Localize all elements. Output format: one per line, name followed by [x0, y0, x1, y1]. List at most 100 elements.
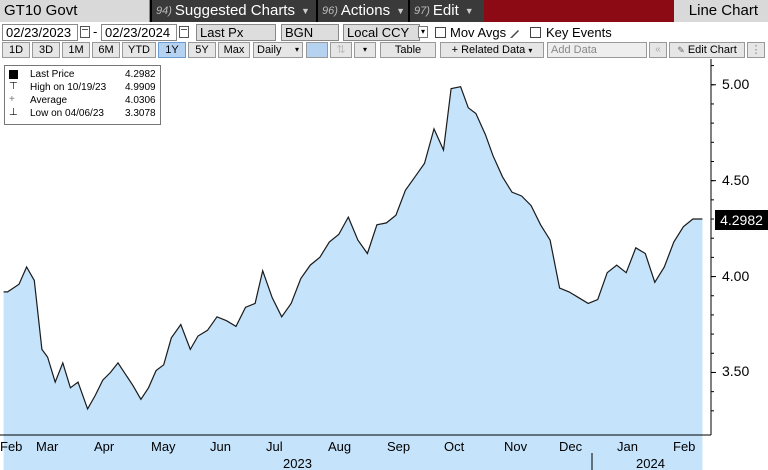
period-5y-button[interactable]: 5Y	[188, 42, 216, 58]
legend-item-average: + Average 4.0306	[8, 94, 157, 107]
data-point	[189, 348, 192, 351]
period-3d-button[interactable]: 3D	[32, 42, 60, 58]
data-point	[6, 290, 9, 293]
legend-value: 4.9909	[125, 82, 156, 93]
data-point	[414, 175, 417, 178]
last-price-swatch	[9, 70, 18, 79]
actions-menu[interactable]: 96) Actions ▼	[318, 0, 408, 22]
key-events-label: Key Events	[546, 25, 612, 40]
edit-chart-button[interactable]: ✎ Edit Chart	[669, 42, 745, 58]
mov-avgs-checkbox[interactable]	[435, 27, 446, 38]
title-bar-accent	[484, 0, 674, 22]
data-point	[701, 218, 704, 221]
add-data-input[interactable]: Add Data	[547, 42, 647, 58]
field-select[interactable]: Last Px	[196, 24, 276, 41]
security-field[interactable]: GT10 Govt	[0, 0, 150, 22]
x-tick-label: Feb	[673, 439, 696, 454]
data-point	[337, 233, 340, 236]
data-point	[54, 381, 57, 384]
data-point	[549, 239, 552, 242]
legend-value: 3.3078	[125, 108, 156, 119]
chevron-down-icon: ▼	[396, 6, 406, 16]
data-point	[404, 189, 407, 192]
edit-chart-label: Edit Chart	[687, 44, 737, 56]
table-button[interactable]: Table	[380, 42, 436, 58]
key-events-checkbox[interactable]	[530, 27, 541, 38]
legend-item-low: ⊥ Low on 04/06/23 3.3078	[8, 107, 157, 120]
data-point	[501, 175, 504, 178]
average-marker-icon: +	[9, 94, 15, 105]
currency-select[interactable]: Local CCY	[343, 24, 420, 41]
menu-label: Actions	[340, 2, 391, 19]
data-point	[672, 241, 675, 244]
data-point	[644, 252, 647, 255]
data-point	[356, 239, 359, 242]
window-title: Line Chart	[674, 0, 768, 22]
data-point	[69, 386, 72, 389]
pencil-icon: ✎	[677, 45, 685, 55]
frequency-select[interactable]: Daily ▾	[253, 42, 303, 58]
data-point	[682, 225, 685, 228]
data-point	[433, 127, 436, 130]
source-select[interactable]: BGN	[281, 24, 339, 41]
y-tick-label: 4.00	[722, 267, 750, 284]
period-max-button[interactable]: Max	[218, 42, 250, 58]
suggested-charts-menu[interactable]: 94) Suggested Charts ▼	[152, 0, 316, 22]
mov-avgs-label: Mov Avgs	[450, 25, 507, 40]
data-point	[691, 218, 694, 221]
line-style-button[interactable]	[306, 42, 328, 58]
data-point	[254, 302, 257, 305]
period-ytd-button[interactable]: YTD	[122, 42, 156, 58]
data-point	[653, 281, 656, 284]
chevron-down-icon[interactable]: ▾	[354, 42, 376, 58]
data-point	[206, 329, 209, 332]
legend-value: 4.0306	[125, 95, 156, 106]
period-6m-button[interactable]: 6M	[92, 42, 120, 58]
menu-label: Suggested Charts	[174, 2, 295, 19]
data-point	[117, 361, 120, 364]
app-window: GT10 Govt 94) Suggested Charts ▼ 96) Act…	[0, 0, 768, 470]
data-point	[467, 106, 470, 109]
data-point	[46, 356, 49, 359]
data-point	[484, 133, 487, 136]
title-bar: GT10 Govt 94) Suggested Charts ▼ 96) Act…	[0, 0, 768, 22]
data-point	[423, 162, 426, 165]
period-1d-button[interactable]: 1D	[2, 42, 30, 58]
more-options-icon[interactable]: ⋮	[747, 42, 765, 58]
data-point	[162, 363, 165, 366]
settings-row: 02/23/2023 - 02/23/2024 Last Px BGN Loca…	[0, 22, 768, 42]
year-label: 2024	[636, 456, 665, 470]
x-tick-label: Nov	[504, 439, 528, 454]
legend-label: Average	[30, 95, 68, 106]
data-point	[139, 398, 142, 401]
edit-menu[interactable]: 97) Edit ▼	[410, 0, 484, 22]
data-point	[94, 394, 97, 397]
data-point	[328, 241, 331, 244]
collapse-icon[interactable]: «	[649, 42, 667, 58]
end-date-input[interactable]: 02/23/2024	[101, 24, 177, 41]
data-point	[663, 266, 666, 269]
bar-style-icon[interactable]: ⇅	[330, 42, 352, 58]
calendar-icon[interactable]	[80, 26, 90, 38]
data-point	[385, 221, 388, 224]
y-tick-label: 3.50	[722, 363, 750, 380]
x-tick-label: Jan	[617, 439, 638, 454]
data-point	[299, 277, 302, 280]
period-1y-button[interactable]: 1Y	[158, 42, 186, 58]
data-point	[615, 264, 618, 267]
chevron-down-icon[interactable]: ▾	[418, 26, 428, 38]
chevron-down-icon: ▼	[464, 6, 474, 16]
data-point	[147, 386, 150, 389]
period-1m-button[interactable]: 1M	[62, 42, 90, 58]
high-marker-icon: ⊤	[9, 81, 18, 92]
calendar-icon[interactable]	[179, 26, 189, 38]
pencil-icon[interactable]	[509, 27, 521, 39]
data-point	[101, 379, 104, 382]
data-point	[309, 264, 312, 267]
start-date-input[interactable]: 02/23/2023	[2, 24, 78, 41]
chart-legend[interactable]: Last Price 4.2982 ⊤ High on 10/19/23 4.9…	[4, 65, 161, 125]
related-data-button[interactable]: + Related Data ▾	[440, 42, 544, 58]
data-point	[40, 348, 43, 351]
data-point	[86, 407, 89, 410]
related-data-label: + Related Data	[451, 44, 526, 56]
